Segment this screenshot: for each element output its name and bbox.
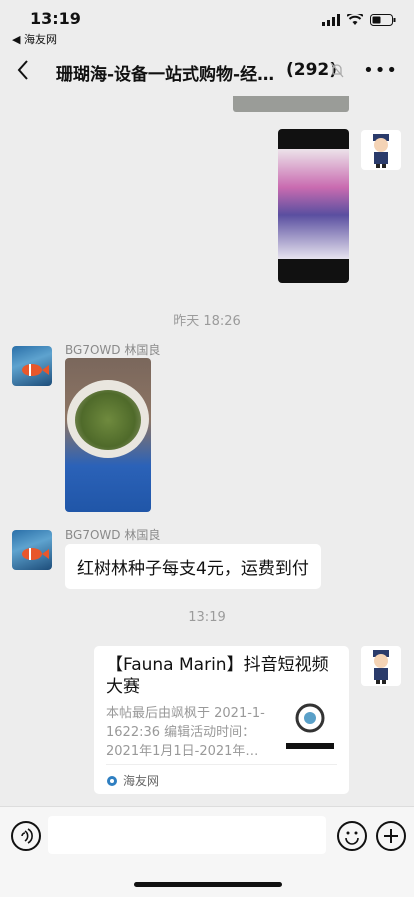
card-source: 海友网	[106, 772, 159, 789]
my-avatar-2[interactable]	[361, 646, 401, 686]
text-message-bubble[interactable]: 红树林种子每支4元，运费到付	[65, 544, 321, 589]
signal-icon	[322, 14, 340, 26]
site-logo-icon	[107, 775, 117, 786]
voice-icon	[21, 828, 33, 844]
timestamp-yesterday: 昨天 18:26	[173, 314, 241, 329]
more-options-icon[interactable]: •••	[363, 60, 398, 81]
sent-image-message[interactable]	[278, 129, 349, 283]
chat-message-list[interactable]: 昨天 18:26 BG7OWD 林国良 BG7OWD 林国良 红树林种子每支4元…	[0, 96, 414, 806]
card-title: 【Fauna Marin】抖音短视频大赛	[106, 655, 329, 697]
card-divider	[106, 764, 337, 765]
status-time: 13:19	[30, 9, 81, 28]
sender-name-2: BG7OWD 林国良	[65, 528, 161, 542]
card-thumbnail-logo	[284, 698, 336, 750]
chat-title: 珊瑚海-设备一站式购物-经营…	[56, 65, 281, 85]
sender-name: BG7OWD 林国良	[65, 343, 161, 357]
sender-avatar-2[interactable]	[12, 530, 52, 570]
chat-header: 珊瑚海-设备一站式购物-经营… (292) •••	[0, 46, 414, 96]
timestamp-today: 13:19	[188, 610, 226, 625]
home-indicator[interactable]	[134, 882, 282, 887]
police-cartoon-icon-2	[373, 650, 389, 684]
wifi-icon	[347, 14, 363, 25]
battery-icon	[370, 14, 396, 26]
plus-icon	[384, 829, 398, 843]
back-arrow-icon[interactable]	[12, 58, 36, 82]
smiley-icon	[345, 831, 359, 845]
card-source-name: 海友网	[123, 774, 160, 788]
link-card-message[interactable]: 【Fauna Marin】抖音短视频大赛 本帖最后由飒枫于 2021-1-162…	[94, 646, 349, 794]
my-avatar[interactable]	[361, 130, 401, 170]
message-input[interactable]	[48, 816, 326, 854]
mute-bell-icon	[330, 62, 344, 78]
more-actions-button[interactable]	[376, 821, 406, 851]
emoji-button[interactable]	[337, 821, 367, 851]
text-message-content: 红树林种子每支4元，运费到付	[77, 559, 309, 579]
status-bar: 13:19 ◀ 海友网	[0, 0, 414, 46]
previous-image-message[interactable]	[233, 96, 349, 112]
clownfish-icon-2	[22, 548, 49, 560]
sender-avatar[interactable]	[12, 346, 52, 386]
voice-input-button[interactable]	[11, 821, 41, 851]
back-to-app-link[interactable]: ◀ 海友网	[12, 31, 57, 47]
status-icons	[322, 14, 396, 26]
police-cartoon-icon	[373, 134, 389, 168]
received-photo-message[interactable]	[65, 358, 151, 512]
card-description: 本帖最后由飒枫于 2021-1-1622:36 编辑活动时间：2021年1月1日…	[106, 706, 265, 759]
clownfish-icon	[22, 364, 49, 376]
